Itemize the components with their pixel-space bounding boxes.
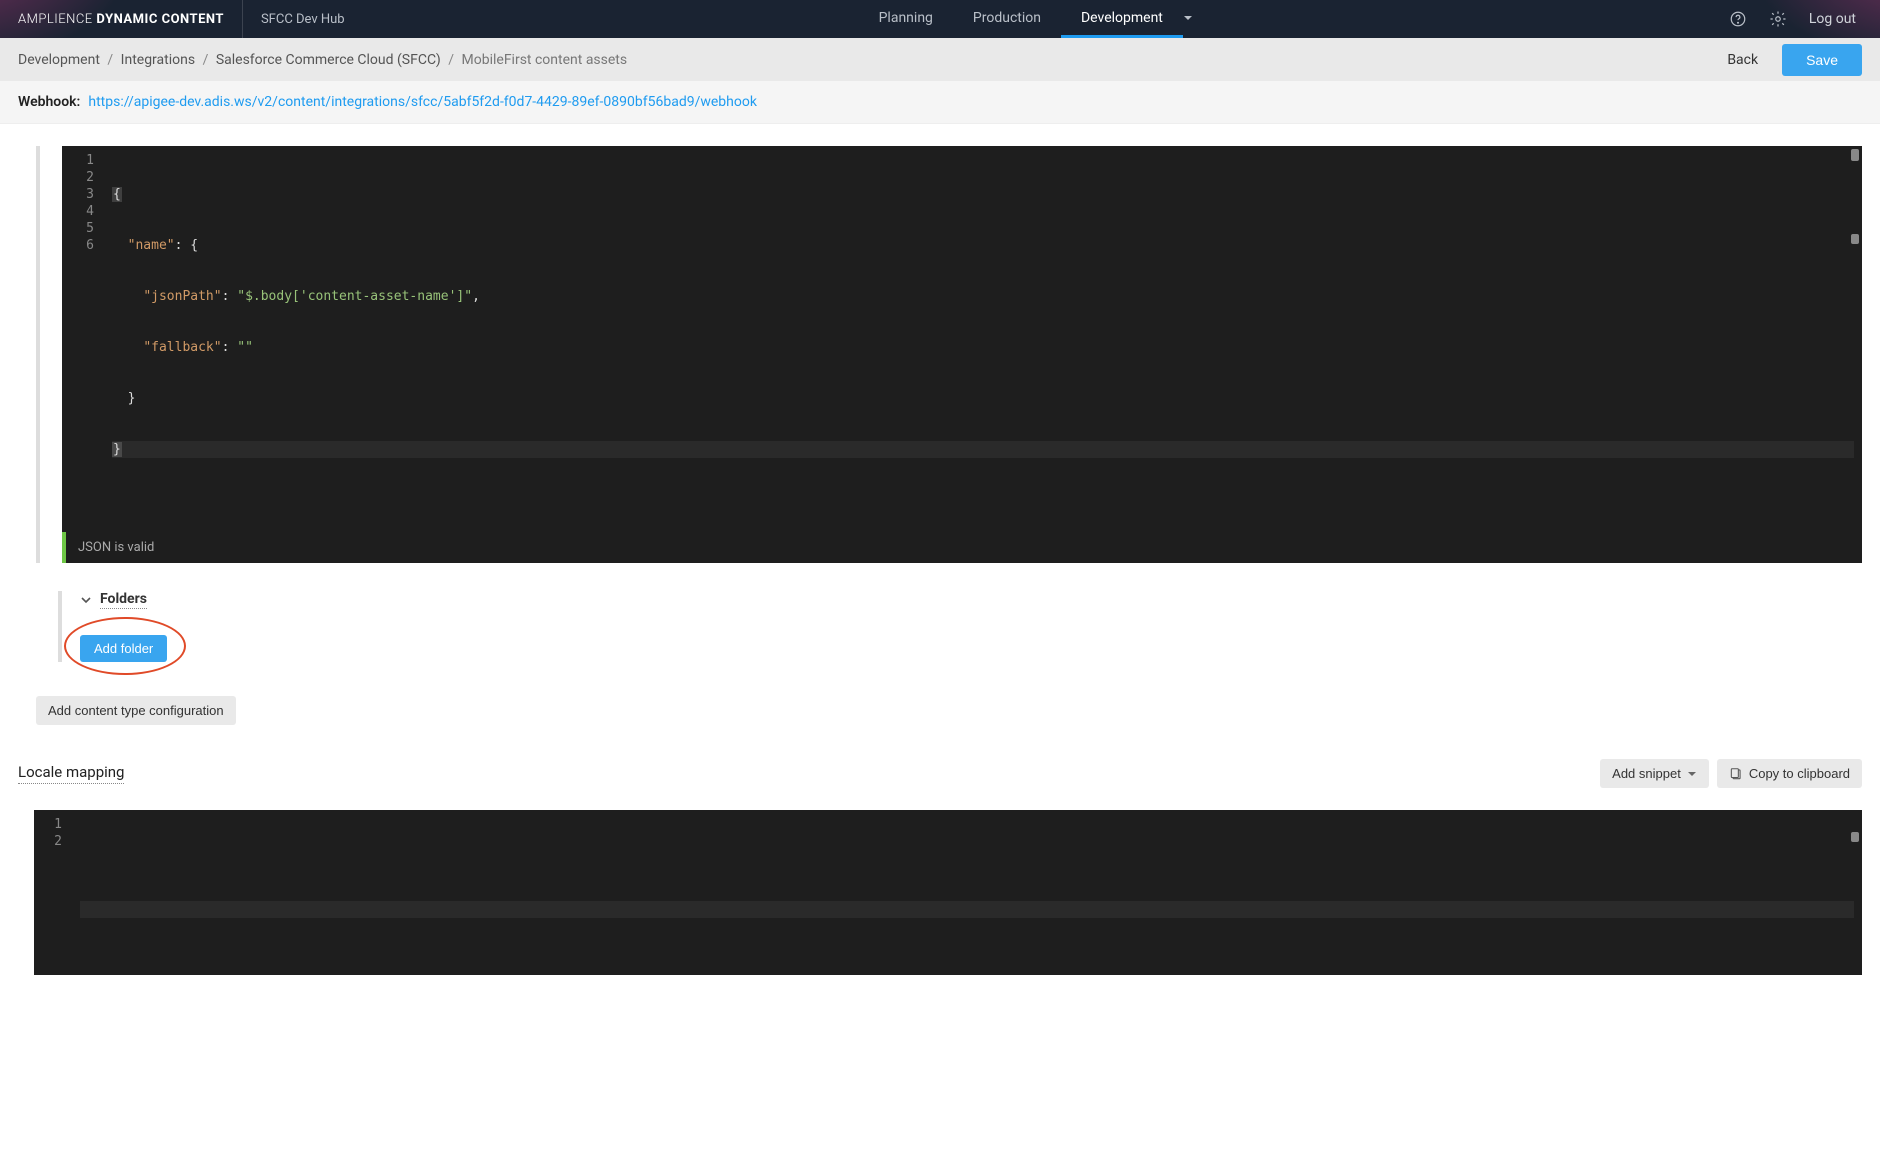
gear-icon[interactable]	[1769, 10, 1787, 28]
add-content-type-button[interactable]: Add content type configuration	[36, 696, 236, 725]
json-valid-status: JSON is valid	[62, 532, 1862, 563]
breadcrumb-bar: Development / Integrations / Salesforce …	[0, 38, 1880, 81]
brand-logo: AMPLIENCE DYNAMIC CONTENT	[0, 12, 242, 27]
scrollbar-icon[interactable]	[1851, 149, 1859, 161]
crumb-development[interactable]: Development	[18, 52, 100, 68]
brand-bold: DYNAMIC CONTENT	[96, 12, 224, 27]
locale-editor-content[interactable]	[72, 810, 1862, 975]
save-button[interactable]: Save	[1782, 44, 1862, 76]
nav-caret-icon[interactable]	[1183, 11, 1209, 27]
nav-tabs: Planning Production Development	[859, 0, 1209, 38]
crumb-sep: /	[203, 52, 209, 68]
main-content: 1 2 3 4 5 6 { "name": { "jsonPath": "$.b…	[0, 146, 1880, 1015]
webhook-bar: Webhook: https://apigee-dev.adis.ws/v2/c…	[0, 81, 1880, 124]
top-nav: AMPLIENCE DYNAMIC CONTENT SFCC Dev Hub P…	[0, 0, 1880, 38]
crumb-integrations[interactable]: Integrations	[121, 52, 195, 68]
clipboard-icon	[1729, 767, 1743, 781]
tab-planning[interactable]: Planning	[859, 0, 953, 38]
tab-production[interactable]: Production	[953, 0, 1061, 38]
webhook-url[interactable]: https://apigee-dev.adis.ws/v2/content/in…	[88, 94, 757, 110]
crumb-sep: /	[448, 52, 454, 68]
breadcrumb: Development / Integrations / Salesforce …	[18, 52, 627, 68]
help-icon[interactable]	[1729, 10, 1747, 28]
scrollbar-icon[interactable]	[1851, 832, 1859, 842]
json-editor[interactable]: 1 2 3 4 5 6 { "name": { "jsonPath": "$.b…	[62, 146, 1862, 532]
locale-mapping-title: Locale mapping	[18, 763, 124, 784]
nav-right: Log out	[1705, 10, 1880, 28]
editor-content[interactable]: { "name": { "jsonPath": "$.body['content…	[104, 146, 1862, 532]
locale-mapping-header: Locale mapping Add snippet Copy to clipb…	[18, 759, 1862, 788]
copy-clipboard-button[interactable]: Copy to clipboard	[1717, 759, 1862, 788]
add-folder-button[interactable]: Add folder	[80, 635, 167, 662]
add-snippet-button[interactable]: Add snippet	[1600, 759, 1709, 788]
caret-down-icon	[1687, 769, 1697, 779]
crumb-current: MobileFirst content assets	[462, 52, 628, 68]
brand-light: AMPLIENCE	[18, 12, 93, 27]
json-editor-wrap: 1 2 3 4 5 6 { "name": { "jsonPath": "$.b…	[36, 146, 1862, 563]
locale-editor-gutter: 1 2	[34, 810, 72, 975]
tab-development[interactable]: Development	[1061, 0, 1183, 38]
folders-section: Folders Add folder	[58, 591, 1862, 662]
hub-label[interactable]: SFCC Dev Hub	[243, 12, 363, 27]
folders-header[interactable]: Folders	[80, 591, 1862, 609]
editor-gutter: 1 2 3 4 5 6	[62, 146, 104, 532]
crumb-sfcc[interactable]: Salesforce Commerce Cloud (SFCC)	[216, 52, 441, 68]
back-link[interactable]: Back	[1727, 52, 1758, 68]
webhook-label: Webhook:	[18, 94, 80, 110]
crumb-sep: /	[107, 52, 113, 68]
locale-editor[interactable]: 1 2	[34, 810, 1862, 975]
folders-title: Folders	[100, 591, 147, 609]
scrollbar-icon[interactable]	[1851, 234, 1859, 244]
logout-link[interactable]: Log out	[1809, 11, 1856, 27]
chevron-down-icon	[80, 594, 92, 606]
